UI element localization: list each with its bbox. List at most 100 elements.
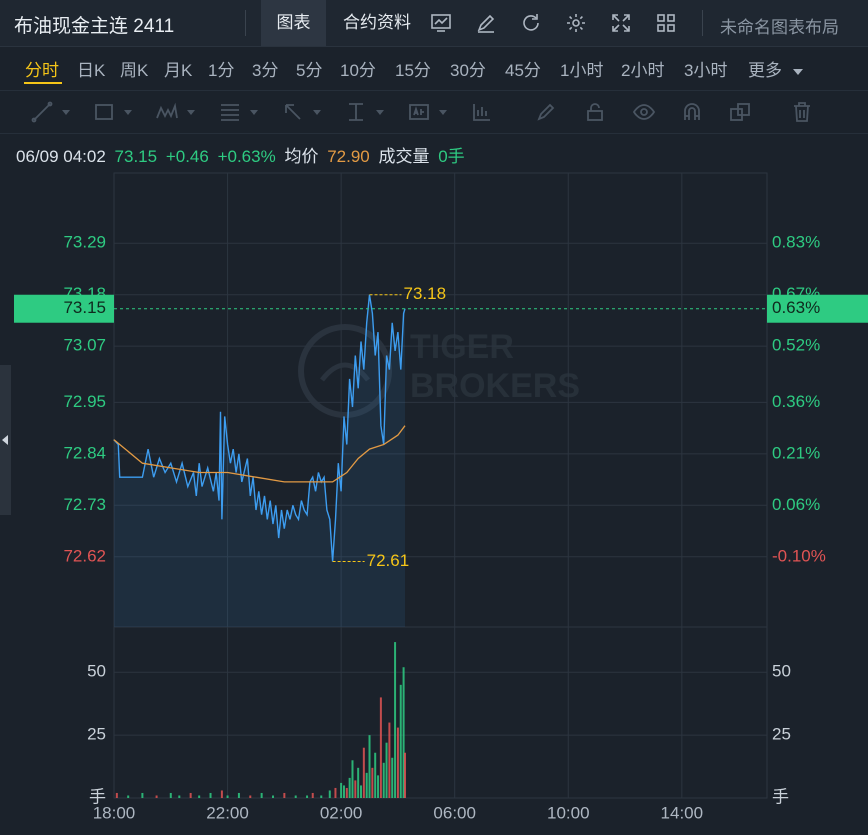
- chevron-down-icon[interactable]: [313, 110, 321, 115]
- period-day[interactable]: 日K: [77, 56, 105, 81]
- layout-name[interactable]: 未命名图表布局: [720, 13, 839, 38]
- rectangle-icon[interactable]: [92, 100, 116, 124]
- instrument-title: 布油现金主连 2411: [14, 16, 175, 37]
- volume-bar: [371, 767, 374, 798]
- magnet-icon[interactable]: [680, 100, 704, 124]
- price-tick-label: 72.84: [63, 443, 106, 462]
- volume-tick-label: 50: [772, 662, 791, 681]
- pct-tick-label: 0.36%: [772, 392, 820, 411]
- svg-text:BROKERS: BROKERS: [410, 367, 580, 405]
- grid-layout-icon[interactable]: [655, 12, 677, 34]
- volume-bar: [237, 792, 240, 798]
- settings-gear-icon[interactable]: [565, 12, 587, 34]
- quote-datetime: 06/09 04:02: [16, 147, 106, 166]
- period-month[interactable]: 月K: [164, 56, 192, 81]
- volume-bar: [394, 642, 397, 798]
- price-tick-label: 72.73: [63, 495, 106, 514]
- volume-bar: [115, 792, 118, 798]
- period-more[interactable]: 更多: [748, 56, 803, 81]
- quote-change-pct: +0.63%: [217, 147, 276, 166]
- volume-bar: [127, 795, 130, 798]
- pattern-icon[interactable]: [155, 100, 179, 124]
- chevron-down-icon[interactable]: [124, 110, 132, 115]
- period-10min[interactable]: 10分: [340, 56, 376, 81]
- fib-icon[interactable]: [218, 100, 242, 124]
- period-3min[interactable]: 3分: [252, 56, 278, 81]
- trash-icon[interactable]: [790, 100, 814, 124]
- volume-bar: [357, 767, 360, 798]
- intraday-chart[interactable]: TIGER BROKERS 73.15 0.63%73.1872.61 18:00…: [0, 165, 868, 835]
- chevron-down-icon[interactable]: [62, 110, 70, 115]
- period-45min[interactable]: 45分: [505, 56, 541, 81]
- top-toolbar: 布油现金主连 2411 图表 合约资料 未命名图表布局: [0, 0, 868, 47]
- period-15min[interactable]: 15分: [395, 56, 431, 81]
- chevron-down-icon[interactable]: [439, 110, 447, 115]
- volume-bar: [365, 772, 368, 798]
- volume-label: 成交量: [378, 147, 430, 166]
- toolbar-divider: [245, 10, 246, 36]
- chevron-down-icon: [792, 68, 803, 75]
- active-period-indicator: [24, 82, 62, 84]
- volume-bar: [382, 762, 385, 798]
- text-note-icon[interactable]: [407, 100, 431, 124]
- volume-tick-label: 25: [772, 725, 791, 744]
- pct-tick-label: 0.52%: [772, 336, 820, 355]
- volume-bar: [385, 742, 388, 798]
- toolbar-divider: [702, 10, 703, 36]
- period-week[interactable]: 周K: [120, 56, 148, 81]
- x-tick-label: 10:00: [547, 803, 590, 822]
- volume-bar: [348, 777, 351, 798]
- pct-tick-label: 0.06%: [772, 495, 820, 514]
- price-tick-label: 73.29: [63, 233, 106, 252]
- volume-bar: [178, 795, 181, 798]
- duplicate-icon[interactable]: [728, 100, 752, 124]
- volume-bar: [311, 792, 314, 798]
- period-30min[interactable]: 30分: [450, 56, 486, 81]
- period-3hour[interactable]: 3小时: [684, 56, 727, 81]
- x-tick-label: 14:00: [661, 803, 704, 822]
- lock-icon[interactable]: [583, 100, 607, 124]
- period-1min[interactable]: 1分: [208, 56, 234, 81]
- collapse-sidebar-handle[interactable]: [0, 365, 11, 515]
- quote-price: 73.15: [114, 147, 158, 166]
- volume-bar: [320, 795, 323, 798]
- price-tick-label: 73.07: [63, 336, 106, 355]
- eye-icon[interactable]: [632, 100, 656, 124]
- arrow-icon[interactable]: [281, 100, 305, 124]
- volume-bar: [226, 795, 229, 798]
- measure-icon[interactable]: [344, 100, 368, 124]
- x-tick-label: 06:00: [433, 803, 476, 822]
- tab-contract-info[interactable]: 合约资料: [334, 0, 420, 46]
- volume-bar: [334, 787, 337, 798]
- volume-bar: [209, 792, 212, 798]
- period-intraday[interactable]: 分时: [25, 56, 59, 81]
- tab-chart[interactable]: 图表: [261, 0, 326, 46]
- refresh-icon[interactable]: [520, 12, 542, 34]
- fullscreen-icon[interactable]: [610, 12, 632, 34]
- volume-bar: [360, 785, 363, 798]
- bars-icon[interactable]: [470, 100, 494, 124]
- volume-bar: [354, 780, 357, 798]
- period-more-label: 更多: [748, 61, 782, 80]
- volume-bar: [362, 747, 365, 798]
- volume-bar: [260, 792, 263, 798]
- draw-pen-icon[interactable]: [475, 12, 497, 34]
- chevron-down-icon[interactable]: [250, 110, 258, 115]
- trend-line-icon[interactable]: [30, 100, 54, 124]
- period-1hour[interactable]: 1小时: [560, 56, 603, 81]
- period-2hour[interactable]: 2小时: [621, 56, 664, 81]
- quote-summary: 06/09 04:02 73.15 +0.46 +0.63% 均价 72.90 …: [16, 142, 469, 167]
- volume-bar: [396, 727, 399, 798]
- period-5min[interactable]: 5分: [296, 56, 322, 81]
- chevron-down-icon[interactable]: [187, 110, 195, 115]
- volume-tick-label: 25: [87, 725, 106, 744]
- low-marker-label: 72.61: [367, 551, 410, 570]
- volume-bar: [294, 795, 297, 798]
- pct-tick-label: 0.67%: [772, 284, 820, 303]
- pencil-icon[interactable]: [534, 100, 558, 124]
- chevron-down-icon[interactable]: [376, 110, 384, 115]
- volume-unit-label: 手: [89, 787, 106, 806]
- volume-bar: [306, 795, 309, 798]
- price-tick-label: 73.18: [63, 284, 106, 303]
- chart-template-icon[interactable]: [430, 12, 452, 34]
